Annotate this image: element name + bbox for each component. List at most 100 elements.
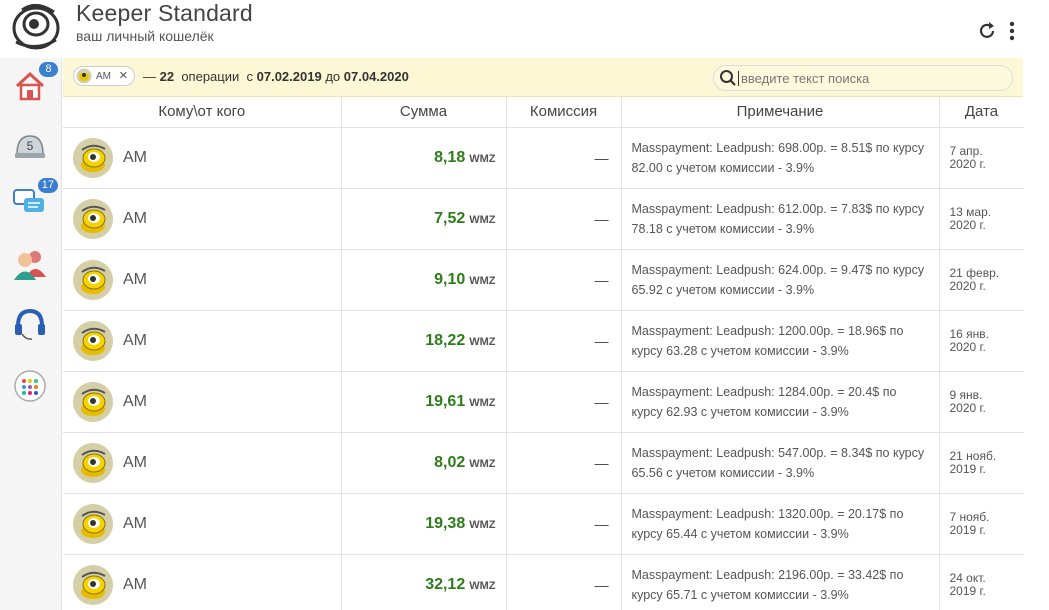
counterparty-name: AM [123,331,147,349]
amount-cell: 8,18 WMZ [341,127,507,189]
avatar [73,503,113,544]
counterparty-cell: AM [63,310,342,372]
amount-currency: WMZ [469,152,496,165]
date-cell: 9 янв. 2020 г. [939,371,1024,433]
counterparty-cell: AM [63,554,342,610]
amount-cell: 32,12 WMZ [341,554,507,610]
avatar [73,320,113,361]
table-row[interactable]: AM 32,12 WMZ — Masspayment: Leadpush: 219… [63,554,1024,610]
app-title: Keeper Standard [76,0,253,26]
date-from[interactable]: 07.02.2019 [257,69,322,84]
search-box [713,65,1013,91]
avatar [73,381,113,422]
counterparty-cell: AM [63,188,342,250]
counterparty-cell: AM [63,493,342,555]
search-input[interactable] [738,70,998,86]
contacts-icon [12,247,48,286]
safe-count: 5 [26,139,34,153]
apps-icon [13,369,47,408]
sidebar-item-messages[interactable]: 17 [8,178,58,226]
filter-summary: — 22 операции с 07.02.2019 до 07.04.2020 [143,69,409,84]
amount-value: 9,10 [434,270,466,288]
fee-cell: — [506,371,622,433]
table-row[interactable]: AM 8,18 WMZ — Masspayment: Leadpush: 698.… [63,127,1024,189]
counterparty-name: AM [123,392,147,410]
amount-cell: 19,38 WMZ [341,493,507,555]
counterparty-name: AM [123,514,147,532]
amount-value: 19,38 [425,514,466,532]
column-header-fee[interactable]: Комиссия [506,97,622,128]
app-header: Keeper Standard ваш личный кошелёк [0,0,1049,58]
messages-badge: 17 [37,178,58,193]
table-row[interactable]: AM 19,38 WMZ — Masspayment: Leadpush: 132… [63,493,1024,555]
amount-cell: 18,22 WMZ [341,310,507,372]
table-row[interactable]: AM 7,52 WMZ — Masspayment: Leadpush: 612.… [63,188,1024,250]
sidebar: 8 5 17 [0,58,62,610]
fee-cell: — [506,493,622,555]
sidebar-item-contacts[interactable] [8,244,52,288]
counterparty-cell: AM [63,127,342,189]
column-header-date[interactable]: Дата [939,97,1024,128]
fee-cell: — [506,432,622,494]
note-cell: Masspayment: Leadpush: 624.00р. = 9.47$ … [621,249,940,311]
counterparty-cell: AM [63,249,342,311]
table-row[interactable]: AM 18,22 WMZ — Masspayment: Leadpush: 120… [63,310,1024,372]
support-headset-icon [12,306,48,347]
fee-cell: — [506,127,622,189]
amount-currency: WMZ [469,213,496,226]
date-to[interactable]: 07.04.2020 [344,69,409,84]
fee-cell: — [506,188,622,250]
refresh-button[interactable] [976,21,998,46]
column-header-note[interactable]: Примечание [621,97,940,128]
amount-currency: WMZ [469,518,496,531]
sidebar-item-safe[interactable]: 5 [8,124,52,168]
counterparty-name: AM [123,148,147,166]
date-cell: 7 апр. 2020 г. [939,127,1024,189]
refresh-icon [977,21,997,46]
column-header-amount[interactable]: Сумма [341,97,507,128]
avatar [73,259,113,300]
note-cell: Masspayment: Leadpush: 547.00р. = 8.34$ … [621,432,940,494]
amount-currency: WMZ [469,579,496,592]
note-cell: Masspayment: Leadpush: 1200.00р. = 18.96… [621,310,940,372]
contact-filter-chip[interactable]: AM × [73,66,135,86]
counterparty-name: AM [123,575,147,593]
avatar [73,137,113,178]
chip-avatar-icon [76,68,92,84]
amount-value: 18,22 [425,331,466,349]
counterparty-cell: AM [63,371,342,433]
sidebar-item-support[interactable] [8,304,52,348]
amount-value: 7,52 [434,209,466,227]
chip-close-icon[interactable]: × [119,68,128,83]
note-cell: Masspayment: Leadpush: 2196.00р. = 33.42… [621,554,940,610]
amount-currency: WMZ [469,274,496,287]
more-menu-button[interactable] [1001,21,1023,46]
fee-cell: — [506,249,622,311]
more-vertical-icon [1009,21,1015,46]
avatar [73,198,113,239]
webmoney-logo[interactable] [10,2,62,50]
note-cell: Masspayment: Leadpush: 698.00р. = 8.51$ … [621,127,940,189]
avatar [73,442,113,483]
counterparty-name: AM [123,270,147,288]
table-row[interactable]: AM 8,02 WMZ — Masspayment: Leadpush: 547.… [63,432,1024,494]
fee-cell: — [506,310,622,372]
date-cell: 13 мар. 2020 г. [939,188,1024,250]
amount-cell: 8,02 WMZ [341,432,507,494]
date-cell: 21 февр. 2020 г. [939,249,1024,311]
amount-value: 8,02 [434,453,466,471]
date-cell: 21 нояб. 2019 г. [939,432,1024,494]
filter-bar: AM × — 22 операции с 07.02.2019 до 07.04… [63,58,1023,97]
home-badge: 8 [39,62,58,77]
amount-cell: 9,10 WMZ [341,249,507,311]
column-header-counterparty[interactable]: Кому\от кого [63,97,342,128]
amount-cell: 19,61 WMZ [341,371,507,433]
sidebar-item-apps[interactable] [8,366,52,410]
table-row[interactable]: AM 9,10 WMZ — Masspayment: Leadpush: 624.… [63,249,1024,311]
note-cell: Masspayment: Leadpush: 1320.00р. = 20.17… [621,493,940,555]
search-icon[interactable] [718,68,738,88]
amount-currency: WMZ [469,457,496,470]
amount-currency: WMZ [469,396,496,409]
table-row[interactable]: AM 19,61 WMZ — Masspayment: Leadpush: 128… [63,371,1024,433]
sidebar-item-home[interactable]: 8 [8,62,58,110]
